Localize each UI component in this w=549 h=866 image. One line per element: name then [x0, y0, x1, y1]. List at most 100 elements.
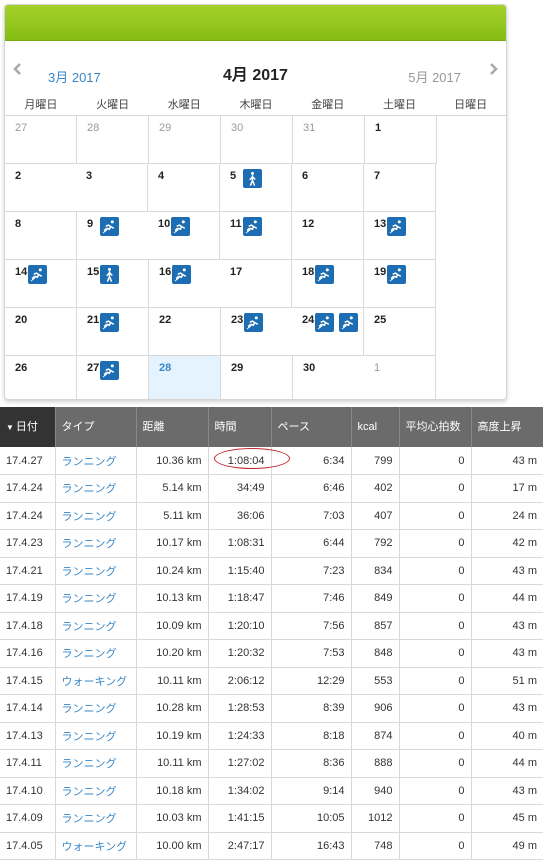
running-icon[interactable] [315, 265, 334, 284]
column-header-distance[interactable]: 距離 [136, 407, 209, 447]
calendar-day[interactable]: 11 [220, 212, 292, 260]
running-icon[interactable] [172, 265, 191, 284]
pace-cell: 9:14 [271, 777, 352, 805]
table-row[interactable]: 17.4.16 ランニング 10.20 km 1:20:32 7:53 848 0 43 m [0, 639, 543, 668]
table-row[interactable]: 17.4.15 ウォーキング 10.11 km 2:06:12 12:29 553 0 51 … [0, 667, 543, 695]
running-icon[interactable] [100, 313, 119, 332]
running-icon[interactable] [171, 217, 190, 236]
type-cell[interactable]: ランニング [55, 777, 137, 805]
calendar-day[interactable]: 16 [149, 260, 220, 308]
table-row[interactable]: 17.4.13 ランニング 10.19 km 1:24:33 8:18 874 0 40 m [0, 722, 543, 750]
table-row[interactable]: 17.4.24 ランニング 5.14 km 34:49 6:46 402 0 17 m [0, 474, 543, 503]
table-row[interactable]: 17.4.24 ランニング 5.11 km 36:06 7:03 407 0 24 m [0, 502, 543, 530]
running-icon[interactable] [387, 217, 406, 236]
type-cell[interactable]: ランニング [55, 612, 137, 640]
chevron-right-icon[interactable] [487, 63, 499, 75]
running-icon[interactable] [100, 361, 119, 380]
type-cell[interactable]: ランニング [55, 639, 137, 668]
type-cell[interactable]: ランニング [55, 529, 137, 558]
calendar-day[interactable]: 2 [5, 164, 76, 212]
calendar-day[interactable]: 12 [292, 212, 364, 260]
calendar-day[interactable]: 8 [5, 212, 77, 260]
walking-icon[interactable] [100, 265, 119, 284]
distance-cell: 10.13 km [136, 584, 209, 613]
time-cell: 1:24:33 [208, 722, 272, 750]
type-cell[interactable]: ランニング [55, 584, 137, 613]
type-cell[interactable]: ウォーキング [55, 667, 137, 695]
calendar-day[interactable]: 22 [149, 308, 221, 356]
type-cell[interactable]: ランニング [55, 749, 137, 778]
calendar-day[interactable]: 17 [220, 260, 292, 308]
calendar-day[interactable]: 15 [77, 260, 149, 308]
calendar-day[interactable]: 29 [221, 356, 293, 399]
calendar-day[interactable]: 27 [77, 356, 149, 399]
type-cell[interactable]: ランニング [55, 557, 137, 585]
type-cell[interactable]: ランニング [55, 694, 137, 723]
next-month-link[interactable]: 5月 2017 [408, 67, 461, 86]
calendar-day[interactable]: 28 [77, 116, 149, 164]
table-row[interactable]: 17.4.21 ランニング 10.24 km 1:15:40 7:23 834 0 43 m [0, 557, 543, 585]
heart-rate-cell: 0 [399, 529, 472, 558]
type-cell[interactable]: ランニング [55, 502, 137, 530]
table-row[interactable]: 17.4.19 ランニング 10.13 km 1:18:47 7:46 849 0 44 m [0, 584, 543, 613]
calendar-day[interactable]: 29 [149, 116, 221, 164]
walking-icon[interactable] [243, 169, 262, 188]
table-row[interactable]: 17.4.05 ウォーキング 10.00 km 2:47:17 16:43 748 0 49 … [0, 832, 543, 860]
calendar-day[interactable]: 1 [364, 356, 436, 399]
calendar-day[interactable]: 3 [76, 164, 148, 212]
column-header-time[interactable]: 時間 [208, 407, 272, 447]
calendar-day[interactable]: 19 [364, 260, 436, 308]
table-row[interactable]: 17.4.11 ランニング 10.11 km 1:27:02 8:36 888 0 44 m [0, 749, 543, 778]
elevation-cell: 17 m [471, 474, 543, 503]
column-header-type[interactable]: タイプ [55, 407, 137, 447]
column-header-kcal[interactable]: kcal [351, 407, 400, 447]
column-header-avg-heart-rate[interactable]: 平均心拍数 [399, 407, 472, 447]
type-cell[interactable]: ウォーキング [55, 832, 137, 860]
calendar-day[interactable]: 24 [292, 308, 364, 356]
column-header-pace[interactable]: ペース [271, 407, 352, 447]
table-row[interactable]: 17.4.14 ランニング 10.28 km 1:28:53 8:39 906 0 43 m [0, 694, 543, 723]
weekday-label: 木曜日 [239, 99, 273, 111]
calendar-day[interactable]: 9 [77, 212, 148, 260]
calendar-day[interactable]: 23 [221, 308, 292, 356]
running-icon[interactable] [243, 217, 262, 236]
running-icon[interactable] [244, 313, 263, 332]
column-header-date[interactable]: ▼ 日付 [0, 407, 56, 447]
running-icon[interactable] [339, 313, 358, 332]
table-row[interactable]: 17.4.10 ランニング 10.18 km 1:34:02 9:14 940 0 43 m [0, 777, 543, 805]
calendar-day[interactable]: 30 [293, 356, 364, 399]
column-header-elevation-gain[interactable]: 高度上昇 [471, 407, 543, 447]
calendar-day[interactable]: 30 [221, 116, 293, 164]
kcal-cell: 792 [351, 529, 400, 558]
type-cell[interactable]: ランニング [55, 804, 137, 833]
calendar-day[interactable]: 7 [364, 164, 436, 212]
calendar-day[interactable]: 13 [364, 212, 436, 260]
running-icon[interactable] [100, 217, 119, 236]
type-cell[interactable]: ランニング [55, 474, 137, 503]
calendar-day[interactable]: 14 [5, 260, 77, 308]
type-cell[interactable]: ランニング [55, 722, 137, 750]
calendar-day[interactable]: 21 [77, 308, 149, 356]
calendar-day[interactable]: 20 [5, 308, 77, 356]
running-icon[interactable] [28, 265, 47, 284]
calendar-day[interactable]: 4 [148, 164, 220, 212]
table-row[interactable]: 17.4.27 ランニング 10.36 km 1:08:04 6:34 799 0 43 m [0, 447, 543, 475]
calendar-day[interactable]: 5 [220, 164, 292, 212]
calendar-day-today[interactable]: 28 [149, 356, 221, 399]
calendar-day[interactable]: 10 [148, 212, 220, 260]
running-icon[interactable] [387, 265, 406, 284]
calendar-day[interactable]: 1 [365, 116, 437, 164]
time-cell: 1:20:32 [208, 639, 272, 668]
table-row[interactable]: 17.4.23 ランニング 10.17 km 1:08:31 6:44 792 0 42 m [0, 529, 543, 558]
type-cell[interactable]: ランニング [55, 447, 137, 475]
calendar-day[interactable]: 27 [5, 116, 77, 164]
table-row[interactable]: 17.4.18 ランニング 10.09 km 1:20:10 7:56 857 0 43 m [0, 612, 543, 640]
calendar-day[interactable]: 26 [5, 356, 77, 399]
calendar-day[interactable]: 31 [293, 116, 365, 164]
pace-cell: 6:44 [271, 529, 352, 558]
calendar-day[interactable]: 25 [364, 308, 436, 356]
running-icon[interactable] [315, 313, 334, 332]
table-row[interactable]: 17.4.09 ランニング 10.03 km 1:41:15 10:05 1012 0 45 … [0, 804, 543, 833]
calendar-day[interactable]: 18 [292, 260, 364, 308]
calendar-day[interactable]: 6 [292, 164, 364, 212]
